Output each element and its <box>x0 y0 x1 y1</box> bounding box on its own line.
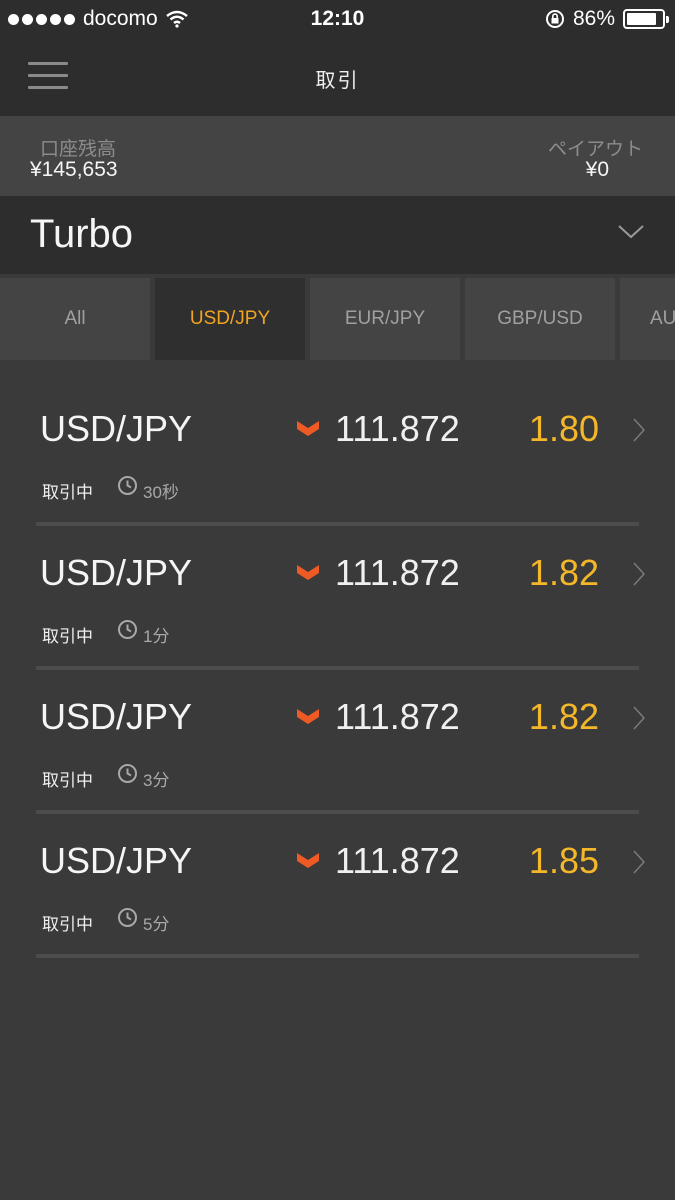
list-item[interactable]: USD/JPY 111.872 1.85 取引中 5分 <box>0 792 675 958</box>
duration-text: 5分 <box>143 915 170 934</box>
price-value: 111.872 <box>335 696 460 737</box>
payout-rate: 1.80 <box>528 408 599 449</box>
clock-icon <box>118 764 137 783</box>
status-text: 取引中 <box>42 483 93 502</box>
balance-value: ¥145,653 <box>30 158 118 181</box>
page-title: 取引 <box>315 70 360 92</box>
clock-icon <box>118 476 137 495</box>
down-arrow-icon <box>297 709 319 724</box>
price-value: 111.872 <box>335 552 460 593</box>
price-value: 111.872 <box>335 408 460 449</box>
currency-tabs: All USD/JPY EUR/JPY GBP/USD AU <box>0 274 675 360</box>
chevron-right-icon <box>633 706 645 730</box>
status-bar: docomo 12:10 86% <box>0 0 675 38</box>
tab-aud[interactable]: AU <box>620 278 675 360</box>
duration-text: 3分 <box>143 771 170 790</box>
payout-rate: 1.82 <box>528 552 599 593</box>
status-text: 取引中 <box>42 627 93 646</box>
battery-fill <box>627 13 657 25</box>
divider <box>36 954 639 958</box>
payout-rate: 1.85 <box>528 840 599 881</box>
balance-label: 口座残高 <box>40 139 117 160</box>
list-item[interactable]: USD/JPY 111.872 1.82 取引中 1分 <box>0 504 675 670</box>
duration-text: 1分 <box>143 627 170 646</box>
payout-rate: 1.82 <box>528 696 599 737</box>
pair-label: USD/JPY <box>40 696 193 737</box>
tab-all[interactable]: All <box>0 278 150 360</box>
tab-eur-jpy[interactable]: EUR/JPY <box>310 278 460 360</box>
tab-gbp-usd[interactable]: GBP/USD <box>465 278 615 360</box>
payout-label: ペイアウト <box>547 139 643 160</box>
chevron-right-icon <box>633 418 645 442</box>
chevron-down-icon <box>618 225 644 239</box>
down-arrow-icon <box>297 565 319 580</box>
status-text: 取引中 <box>42 771 93 790</box>
status-text: 取引中 <box>42 915 93 934</box>
nav-bar: 取引 <box>0 38 675 116</box>
status-right: 86% <box>545 7 669 31</box>
clock-icon <box>118 620 137 639</box>
battery-percent: 86% <box>572 7 615 30</box>
product-selector[interactable]: Turbo <box>0 196 675 274</box>
clock-icon <box>118 908 137 927</box>
tab-usd-jpy[interactable]: USD/JPY <box>155 278 305 360</box>
chevron-right-icon <box>633 562 645 586</box>
down-arrow-icon <box>297 853 319 868</box>
chevron-right-icon <box>633 850 645 874</box>
list-item[interactable]: USD/JPY 111.872 1.82 取引中 3分 <box>0 648 675 814</box>
battery-icon <box>623 9 669 29</box>
duration-text: 30秒 <box>143 483 179 502</box>
list-item[interactable]: USD/JPY 111.872 1.80 取引中 30秒 <box>0 360 675 526</box>
orientation-lock-icon <box>545 10 564 28</box>
pair-label: USD/JPY <box>40 408 193 449</box>
pair-label: USD/JPY <box>40 552 193 593</box>
down-arrow-icon <box>297 421 319 436</box>
account-summary: 口座残高 ¥145,653 ペイアウト ¥0 <box>0 116 675 196</box>
payout-value: ¥0 <box>585 158 609 181</box>
product-name: Turbo <box>30 212 134 256</box>
pair-label: USD/JPY <box>40 840 193 881</box>
price-value: 111.872 <box>335 840 460 881</box>
